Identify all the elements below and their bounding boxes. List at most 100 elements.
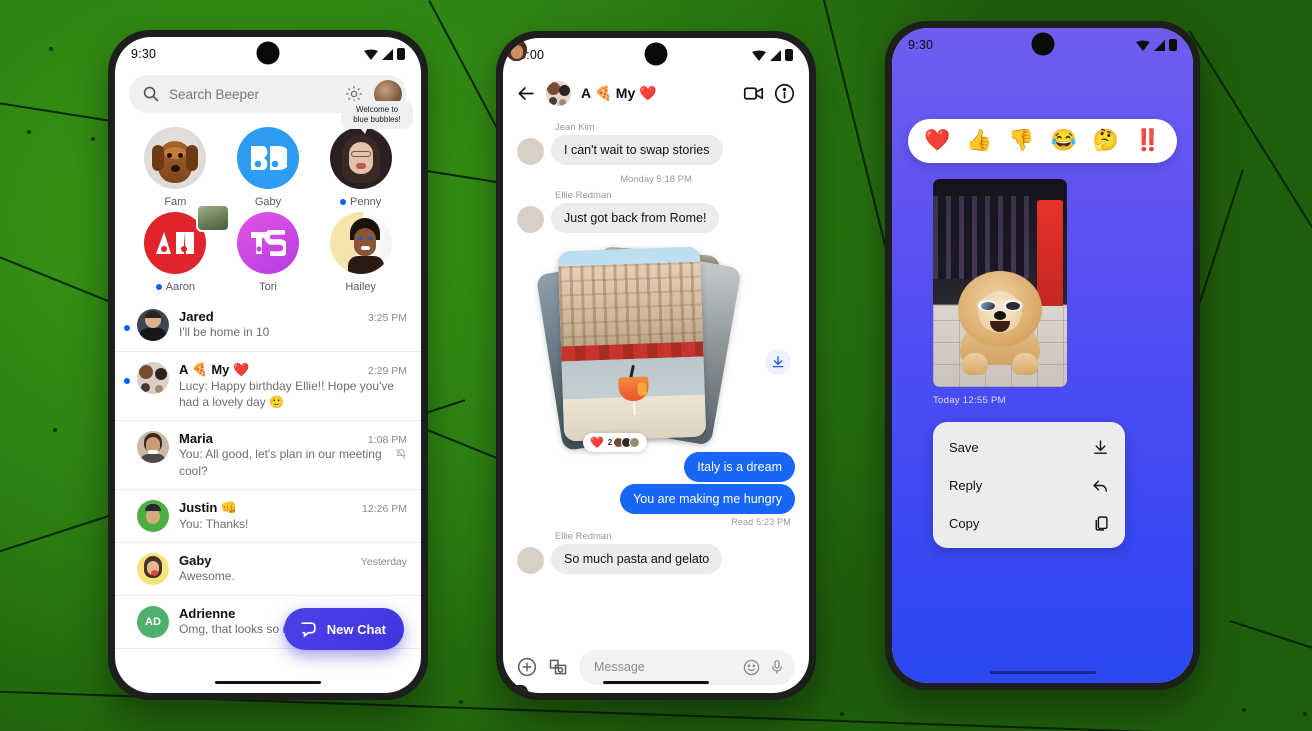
day-timestamp: Monday 5:18 PM <box>620 174 692 185</box>
unread-dot <box>155 284 162 290</box>
photo-card-main[interactable] <box>557 246 707 442</box>
message-bubble[interactable]: Just got back from Rome! <box>551 203 720 233</box>
conversation-header: A 🍕 My ❤️ <box>503 72 809 114</box>
video-camera-icon[interactable] <box>743 83 764 104</box>
chat-top-row: A 🍕 My ❤️ 2:29 PM <box>179 362 407 378</box>
microphone-icon[interactable] <box>769 659 785 675</box>
dog-subject <box>952 263 1048 375</box>
pinned-avatar-tori[interactable]: Tori <box>222 212 315 293</box>
chat-name: Gaby <box>179 552 212 568</box>
pinned-avatar-penny[interactable]: Welcome to blue bubbles! Penny <box>314 101 413 208</box>
reaction-heart[interactable]: ❤️ <box>924 129 950 153</box>
backdrop-speck <box>1303 712 1307 716</box>
dog-paw-left <box>962 352 988 375</box>
reaction-thumbs-down[interactable]: 👎 <box>1008 129 1034 153</box>
signal-icon <box>770 49 781 61</box>
dog-paw-right <box>1012 352 1038 375</box>
reaction-avatars <box>613 437 641 448</box>
beeper-logo-icon <box>250 146 287 170</box>
photo-camera-icon[interactable] <box>548 657 568 677</box>
message-input[interactable]: Message <box>594 660 734 674</box>
message-row-incoming: Just got back from Rome! <box>506 39 795 233</box>
reply-arrow-icon <box>1093 480 1107 492</box>
download-button[interactable] <box>765 349 791 375</box>
chat-time: 3:25 PM <box>367 312 407 324</box>
chat-name: Adrienne <box>179 605 236 621</box>
chat-content: Jared 3:25 PM I'll be home in 10 <box>179 309 407 340</box>
message-input-field[interactable]: Message <box>579 649 795 685</box>
context-menu[interactable]: Save Reply Copy <box>933 422 1125 548</box>
pinned-avatar-grid: Fam Gaby Welcome to blue bubbles! Penny … <box>115 101 421 299</box>
chat-list-item-jared[interactable]: Jared 3:25 PM I'll be home in 10 <box>115 299 421 352</box>
chat-top-row: Jared 3:25 PM <box>179 309 407 324</box>
pinned-avatar-aaron[interactable]: Aaron <box>129 204 230 293</box>
reaction-chip[interactable]: ❤️ 2 <box>583 433 648 452</box>
status-bar: 9:30 <box>115 37 421 71</box>
reaction-thinking[interactable]: 🤔 <box>1093 129 1119 153</box>
chat-preview: I'll be home in 10 <box>179 324 407 340</box>
search-input[interactable]: Search Beeper <box>169 87 334 102</box>
chat-list-item-maria[interactable]: Maria 1:08 PM You: All good, let's plan … <box>115 421 421 490</box>
an-logo-icon <box>156 232 195 254</box>
plus-circle-icon[interactable] <box>517 657 537 677</box>
context-menu-item-reply[interactable]: Reply <box>933 466 1125 504</box>
info-icon[interactable] <box>774 83 795 104</box>
chat-list-item-gaby[interactable]: Gaby Yesterday Awesome. <box>115 543 421 596</box>
message-bubble[interactable]: You are making me hungry <box>620 484 795 514</box>
phone1-screen: 9:30 Search Beeper Fam Gaby Welcome to b… <box>115 37 421 693</box>
chat-content: A 🍕 My ❤️ 2:29 PM Lucy: Happy birthday E… <box>179 362 407 410</box>
photo-buildings <box>558 261 704 355</box>
new-chat-button[interactable]: New Chat <box>283 608 404 650</box>
signal-icon <box>382 48 393 60</box>
phone-chat-list: 9:30 Search Beeper Fam Gaby Welcome to b… <box>108 30 428 700</box>
chat-list-item-group[interactable]: A 🍕 My ❤️ 2:29 PM Lucy: Happy birthday E… <box>115 352 421 422</box>
avatar-label-text: Penny <box>350 196 382 208</box>
message-bubble[interactable]: Italy is a dream <box>684 452 795 482</box>
avatar <box>137 309 169 341</box>
status-icons <box>1136 39 1177 51</box>
reaction-picker-bar[interactable]: ❤️ 👍 👎 😂 🤔 ‼️ <box>908 119 1177 163</box>
backdrop-speck <box>27 130 31 134</box>
group-avatar[interactable] <box>546 80 571 106</box>
backdrop-speck <box>459 700 463 704</box>
message-thread[interactable]: Jean Kim I can't wait to swap stories Mo… <box>503 39 809 693</box>
chat-list-item-justin[interactable]: Justin 👊 12:26 PM You: Thanks! <box>115 490 421 543</box>
copy-icon <box>1095 515 1108 531</box>
battery-icon <box>1169 39 1177 51</box>
pinned-avatar-fam[interactable]: Fam <box>129 127 222 208</box>
message-row-outgoing: You are making me hungry <box>517 484 795 514</box>
camera-punch-hole <box>644 42 668 66</box>
chat-preview-text: Awesome. <box>179 568 235 583</box>
photo-stack-message[interactable]: ❤️ 2 <box>535 243 795 452</box>
battery-icon <box>785 49 793 61</box>
home-indicator <box>215 680 321 684</box>
back-arrow-icon[interactable] <box>517 84 536 103</box>
chat-bubble-icon <box>301 621 316 638</box>
context-menu-item-save[interactable]: Save <box>933 428 1125 466</box>
photo-spritz-glass <box>618 364 649 415</box>
phone-media-viewer: 9:30 ❤️ 👍 👎 😂 🤔 ‼️ Today 12:55 PM Save R… <box>885 21 1200 690</box>
reaction-thumbs-up[interactable]: 👍 <box>966 129 992 153</box>
chat-top-row: Justin 👊 12:26 PM <box>179 500 407 516</box>
message-bubble[interactable]: So much pasta and gelato <box>551 544 723 574</box>
media-photo[interactable] <box>933 179 1067 387</box>
emoji-icon[interactable] <box>743 659 760 676</box>
read-receipt: Read 5:23 PM <box>731 517 791 527</box>
avatar-initials: AD <box>137 605 169 638</box>
context-menu-item-copy[interactable]: Copy <box>933 504 1125 542</box>
chat-preview-text: You: All good, let's plan in our meeting… <box>179 447 382 478</box>
reaction-double-exclamation[interactable]: ‼️ <box>1135 129 1161 153</box>
backdrop-speck <box>53 428 57 432</box>
chat-preview: Awesome. <box>179 568 407 584</box>
avatar-label: Penny <box>340 196 381 208</box>
reaction-laughing[interactable]: 😂 <box>1050 129 1076 153</box>
chat-time: 2:29 PM <box>367 365 407 377</box>
avatar-image <box>329 212 392 274</box>
pinned-avatar-hailey[interactable]: Hailey <box>314 212 407 293</box>
pinned-avatar-gaby[interactable]: Gaby <box>222 127 315 208</box>
message-bubble[interactable]: I can't wait to swap stories <box>551 135 723 165</box>
status-icons <box>364 48 405 60</box>
avatar-label: Hailey <box>345 281 376 293</box>
avatar-image <box>236 212 299 274</box>
mini-photo-badge <box>195 204 230 232</box>
